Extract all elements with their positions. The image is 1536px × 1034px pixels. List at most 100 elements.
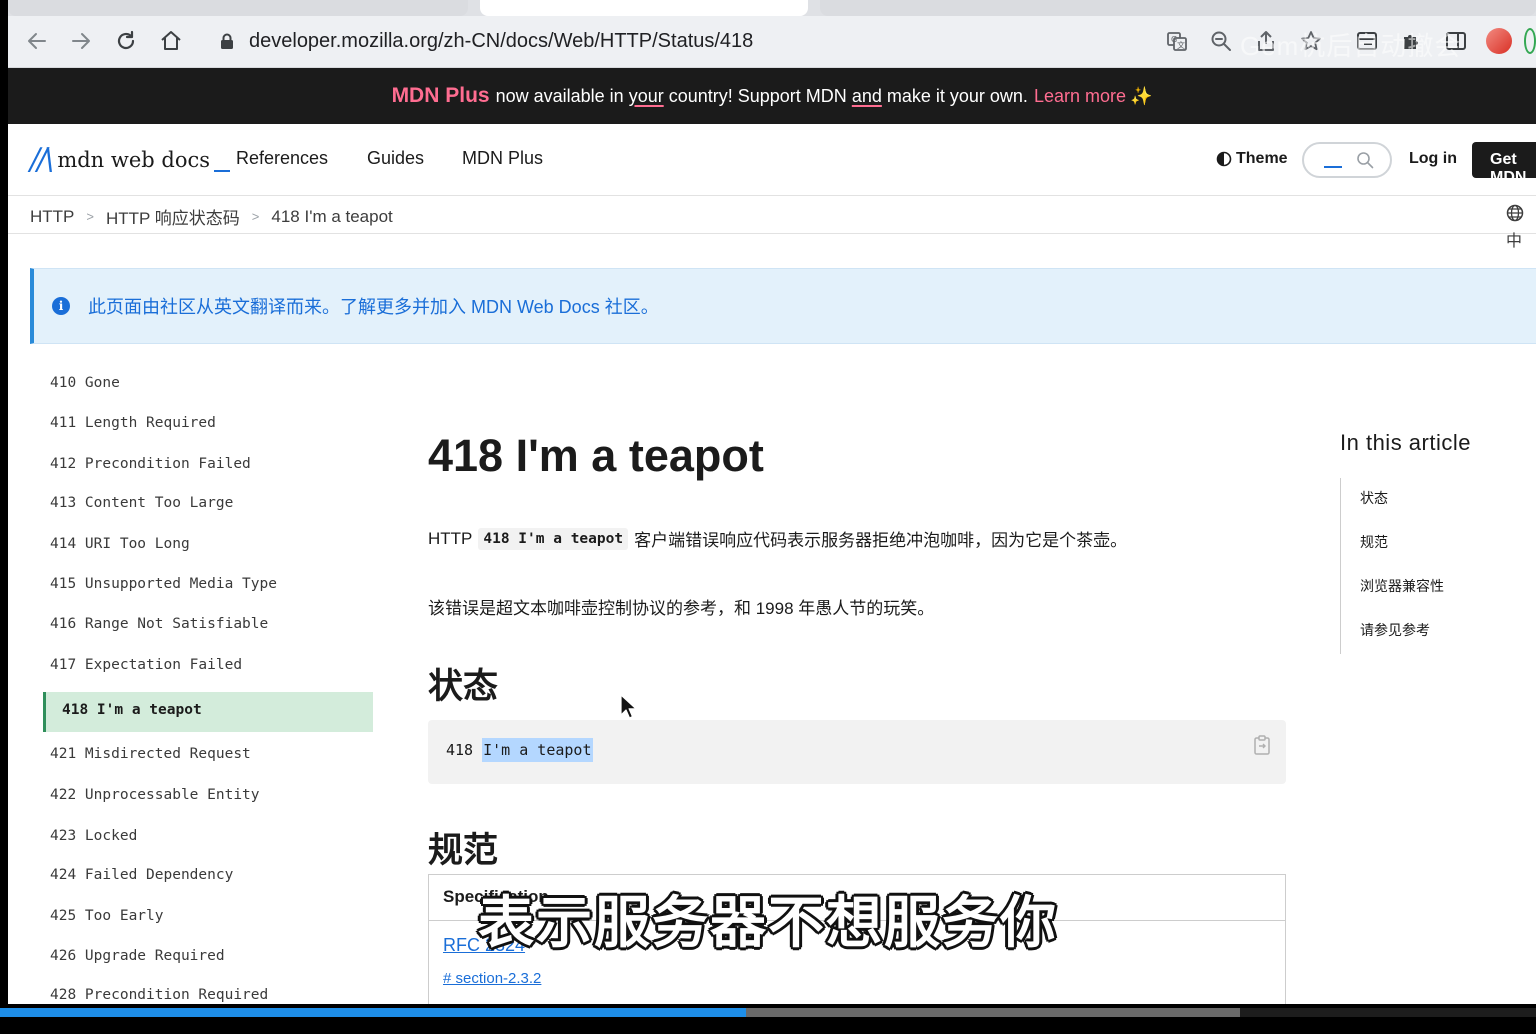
get-mdn-plus-button[interactable]: Get MDN [1472, 142, 1536, 186]
tab-strip [8, 0, 1536, 16]
browser-tab-3[interactable] [820, 0, 1536, 16]
logo-underscore [214, 170, 231, 172]
translate-button[interactable]: G文 [1164, 28, 1190, 54]
translation-notice: i 此页面由社区从英文翻译而来。了解更多并加入 MDN Web Docs 社区。 [30, 268, 1536, 344]
url-text[interactable]: developer.mozilla.org/zh-CN/docs/Web/HTT… [249, 30, 753, 53]
search-input[interactable] [1302, 142, 1392, 178]
breadcrumb-bar: HTTP > HTTP 响应状态码 > 418 I'm a teapot 中 [8, 196, 1536, 250]
back-arrow-icon [28, 33, 46, 49]
forward-button[interactable] [66, 26, 96, 56]
profile-button[interactable] [1486, 28, 1512, 54]
video-subtitle: 表示服务器不想服务你 [478, 891, 1058, 954]
site-header: //\ mdn web docs References Guides MDN P… [8, 124, 1536, 196]
globe-icon [1506, 204, 1524, 222]
language-switcher[interactable]: 中 [1506, 204, 1536, 251]
zoom-button[interactable] [1208, 28, 1234, 54]
search-icon[interactable] [1356, 151, 1374, 169]
chevron-right-icon: > [251, 209, 260, 224]
learn-more-link[interactable]: Learn more [1034, 86, 1126, 107]
mouse-cursor-icon [620, 694, 637, 719]
sidebar-item[interactable]: 428 Precondition Required [50, 987, 268, 1003]
banner-text-1: now available in [495, 85, 624, 106]
breadcrumb: HTTP > HTTP 响应状态码 > 418 I'm a teapot [30, 204, 393, 229]
watermark: Gem杭后自动撤会 [1240, 31, 1462, 61]
nav-references[interactable]: References [236, 148, 328, 169]
forward-arrow-icon [72, 33, 90, 49]
progress-played [0, 1008, 747, 1017]
sidebar-item[interactable]: 412 Precondition Failed [50, 456, 251, 472]
toc-heading: In this article [1340, 430, 1471, 455]
menu-button[interactable] [1524, 28, 1536, 54]
info-icon: i [52, 297, 70, 315]
mdn-logo[interactable]: //\ mdn web docs [30, 142, 231, 177]
banner-text-3: make it your own. [886, 85, 1028, 106]
back-button[interactable] [22, 26, 52, 56]
intro-text-after: 客户端错误响应代码表示服务器拒绝冲泡咖啡，因为它是个茶壶。 [634, 531, 1128, 550]
browser-tab-1[interactable] [8, 0, 468, 16]
toc-item[interactable]: 浏览器兼容性 [1360, 576, 1444, 596]
menu-icon[interactable] [1524, 28, 1536, 54]
toc-item[interactable]: 请参见参考 [1360, 620, 1430, 640]
toc-rail [1340, 478, 1341, 654]
sidebar-item[interactable]: 422 Unprocessable Entity [50, 787, 260, 803]
inline-code: 418 I'm a teapot [478, 527, 629, 550]
breadcrumb-current[interactable]: 418 I'm a teapot [271, 207, 392, 227]
intro-paragraph: HTTP 418 I'm a teapot 客户端错误响应代码表示服务器拒绝冲泡… [428, 526, 1127, 551]
nav-mdn-plus[interactable]: MDN Plus [462, 148, 543, 169]
svg-text:文: 文 [1177, 40, 1185, 50]
sidebar-item[interactable]: 421 Misdirected Request [50, 746, 251, 762]
code-block: 418 I'm a teapot [428, 720, 1286, 784]
search-cursor [1324, 166, 1342, 168]
sidebar-item[interactable]: 410 Gone [50, 375, 120, 391]
language-label: 中 [1506, 233, 1523, 250]
zoom-out-icon [1211, 31, 1231, 51]
theme-label: Theme [1236, 150, 1288, 167]
spec-heading[interactable]: 规范 [428, 822, 498, 873]
logo-text: mdn web docs [57, 148, 211, 172]
translate-icon: G文 [1167, 32, 1187, 51]
sidebar-item[interactable]: 415 Unsupported Media Type [50, 576, 277, 592]
code-selection: I'm a teapot [482, 738, 593, 762]
breadcrumb-http[interactable]: HTTP [30, 207, 74, 227]
page-title: 418 I'm a teapot [428, 430, 764, 481]
sparkle-icon: ✨ [1130, 85, 1153, 106]
browser-tab-active[interactable] [480, 0, 808, 16]
progress-remaining [1239, 1008, 1536, 1017]
nav-guides[interactable]: Guides [367, 148, 424, 169]
browser-window: developer.mozilla.org/zh-CN/docs/Web/HTT… [8, 0, 1536, 1004]
toc-item[interactable]: 状态 [1360, 488, 1388, 508]
intro-text-before: HTTP [428, 528, 473, 548]
mdn-plus-label: MDN Plus [391, 84, 490, 107]
breadcrumb-status-codes[interactable]: HTTP 响应状态码 [106, 204, 240, 229]
banner-text-2: country! Support MDN [668, 85, 847, 106]
copy-icon[interactable] [1252, 734, 1272, 756]
theme-icon [1216, 151, 1232, 167]
sidebar-item[interactable]: 423 Locked [50, 828, 137, 844]
status-heading[interactable]: 状态 [428, 658, 498, 709]
second-paragraph: 该错误是超文本咖啡壶控制协议的参考，和 1998 年愚人节的玩笑。 [428, 599, 935, 618]
video-progress-bar[interactable] [0, 1004, 1536, 1034]
reload-icon [117, 30, 135, 50]
reload-button[interactable] [111, 26, 141, 56]
mdn-plus-banner: MDN Plus now available in your country! … [8, 68, 1536, 124]
code-text: 418 I'm a teapot [446, 738, 593, 762]
avatar[interactable] [1486, 28, 1512, 54]
mdn-m-icon: //\ [30, 142, 54, 177]
toc-item[interactable]: 规范 [1360, 532, 1388, 552]
sidebar-item[interactable]: 414 URI Too Long [50, 536, 190, 552]
home-icon [161, 31, 181, 50]
home-button[interactable] [156, 26, 186, 56]
section-link[interactable]: # section-2.3.2 [443, 970, 541, 987]
lock-icon[interactable] [220, 33, 234, 50]
sidebar-item[interactable]: 411 Length Required [50, 415, 216, 431]
sidebar-item-active[interactable]: 418 I'm a teapot [43, 692, 373, 732]
sidebar-item[interactable]: 416 Range Not Satisfiable [50, 616, 268, 632]
code-prefix: 418 [446, 741, 474, 759]
chevron-right-icon: > [86, 209, 94, 224]
theme-button[interactable]: Theme [1216, 150, 1288, 168]
sidebar-item[interactable]: 417 Expectation Failed [50, 657, 242, 673]
login-link[interactable]: Log in [1409, 150, 1457, 168]
sidebar-item[interactable]: 413 Content Too Large [50, 495, 233, 511]
notice-text[interactable]: 此页面由社区从英文翻译而来。了解更多并加入 MDN Web Docs 社区。 [88, 293, 659, 319]
table-of-contents: In this article 状态 规范 浏览器兼容性 请参见参考 [1340, 430, 1536, 654]
